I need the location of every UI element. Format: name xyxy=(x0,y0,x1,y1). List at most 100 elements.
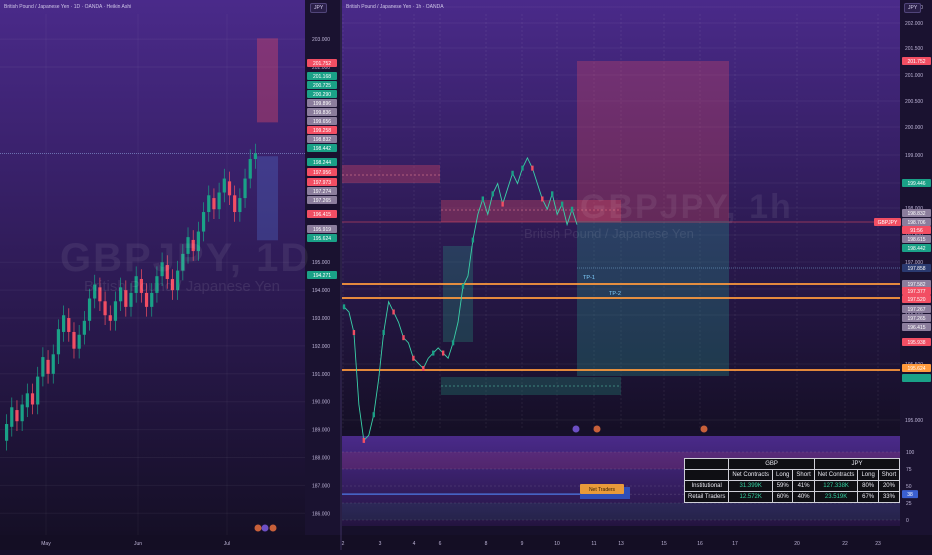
y-tick-label: 0 xyxy=(906,518,909,524)
left-currency-badge[interactable]: JPY xyxy=(310,3,328,13)
candle-body xyxy=(551,191,554,197)
cot-cell: 33% xyxy=(877,491,901,503)
y-tick-label: 193.000 xyxy=(312,316,330,322)
candle-body xyxy=(108,315,112,321)
y-tick-label: 202.000 xyxy=(905,21,923,27)
candle-body xyxy=(501,201,504,207)
supply-zone xyxy=(342,165,440,183)
right-pane-title: British Pound / Japanese Yen · 1h · OAND… xyxy=(346,4,444,10)
cot-cell: 80% xyxy=(857,480,879,492)
candle-body xyxy=(113,301,118,321)
right-currency-badge[interactable]: JPY xyxy=(904,3,922,13)
candle-body xyxy=(129,292,133,307)
candle-body xyxy=(51,354,55,374)
cot-sub-4: Net Contracts xyxy=(813,469,859,481)
right-price-axis[interactable] xyxy=(900,0,932,550)
x-tick-label: 6 xyxy=(439,541,442,547)
event-icon xyxy=(269,524,277,532)
table-row: Institutional 31.399K 59% 41% 127.338K 8… xyxy=(683,480,901,492)
price-label: 195.938 xyxy=(907,340,925,346)
event-icon xyxy=(700,425,708,433)
x-tick-label: 20 xyxy=(794,541,800,547)
candle-body xyxy=(103,301,107,316)
price-label-bg xyxy=(902,374,931,382)
y-tick-label: 200.500 xyxy=(905,99,923,105)
candle-body xyxy=(511,170,514,176)
event-icon xyxy=(572,425,580,433)
candle-body xyxy=(382,330,385,336)
y-tick-label: 186.000 xyxy=(312,511,330,517)
candle-body xyxy=(362,437,366,443)
x-tick-label: 9 xyxy=(521,541,524,547)
cot-cell: 20% xyxy=(877,480,901,492)
candle-body xyxy=(412,355,415,361)
cot-cell: 12.572K xyxy=(728,491,774,503)
cot-sub-6: Short xyxy=(877,469,901,481)
candle-body xyxy=(531,165,534,171)
y-tick-label: 195.000 xyxy=(905,418,923,424)
y-tick-label: 187.000 xyxy=(312,483,330,489)
candle-body xyxy=(4,424,9,441)
demand-zone xyxy=(443,246,473,342)
price-label: 197.267 xyxy=(907,307,925,313)
cot-cell: 40% xyxy=(792,491,815,503)
candle-body xyxy=(481,196,485,202)
price-label: 194.271 xyxy=(313,273,331,279)
price-label: 201.752 xyxy=(313,61,331,67)
cot-header-jpy: JPY xyxy=(813,458,901,470)
candle-body xyxy=(25,393,29,408)
candle-body xyxy=(56,329,61,355)
candle-body xyxy=(422,365,425,371)
price-label: 199.656 xyxy=(313,119,331,125)
candle-body xyxy=(144,292,149,307)
y-tick-label: 195.000 xyxy=(312,260,330,266)
price-label: 197.520 xyxy=(907,297,925,303)
price-label: 197.265 xyxy=(907,316,925,322)
x-tick-label: May xyxy=(41,541,51,547)
y-tick-label: 192.000 xyxy=(312,344,330,350)
price-label: 198.615 xyxy=(907,237,925,243)
cot-cell: 60% xyxy=(772,491,794,503)
candle-body xyxy=(402,335,405,341)
price-label: 200.725 xyxy=(313,83,331,89)
y-tick-label: 191.000 xyxy=(312,372,330,378)
price-label: 198.832 xyxy=(313,137,331,143)
price-label: 195.919 xyxy=(313,227,331,233)
cot-table: GBP JPY Net Contracts Long Short Net Con… xyxy=(683,458,901,503)
price-label: 201.168 xyxy=(313,74,331,80)
candle-body xyxy=(570,206,574,212)
price-label: 197.973 xyxy=(313,180,331,186)
left-pane-title: British Pound / Japanese Yen · 1D · OAND… xyxy=(4,4,132,10)
candle-body xyxy=(207,195,211,213)
x-tick-label: 3 xyxy=(379,541,382,547)
candle-body xyxy=(471,237,475,243)
candle-body xyxy=(201,212,206,232)
candle-body xyxy=(227,181,232,196)
price-label: 196.415 xyxy=(313,212,331,218)
price-label: 199.258 xyxy=(313,128,331,134)
left-watermark-name: British Pound / Japanese Yen xyxy=(84,278,280,295)
x-tick-label: 8 xyxy=(485,541,488,547)
candle-body xyxy=(30,393,35,405)
cot-cell: 127.338K xyxy=(813,480,859,492)
candle-body xyxy=(238,198,242,213)
cot-cell: 31.399K xyxy=(728,480,774,492)
x-tick-label: 22 xyxy=(842,541,848,547)
candle-body xyxy=(20,404,24,422)
candle-body xyxy=(352,330,356,336)
x-tick-label: 15 xyxy=(661,541,667,547)
y-tick-label: 201.000 xyxy=(905,73,923,79)
candle-body xyxy=(253,153,258,160)
candle-body xyxy=(10,407,14,427)
cot-cell: 67% xyxy=(857,491,879,503)
oversold-band xyxy=(342,503,900,520)
y-tick-label: 201.500 xyxy=(905,46,923,52)
x-tick-label: Jun xyxy=(134,541,142,547)
candle-body xyxy=(46,359,50,374)
price-label: 91:56 xyxy=(910,228,923,234)
candle-body xyxy=(461,283,465,289)
right-watermark-name: British Pound / Japanese Yen xyxy=(524,226,694,241)
candle-body xyxy=(217,192,221,210)
candle-body xyxy=(243,178,247,199)
cot-cell: 23.519K xyxy=(813,491,859,503)
